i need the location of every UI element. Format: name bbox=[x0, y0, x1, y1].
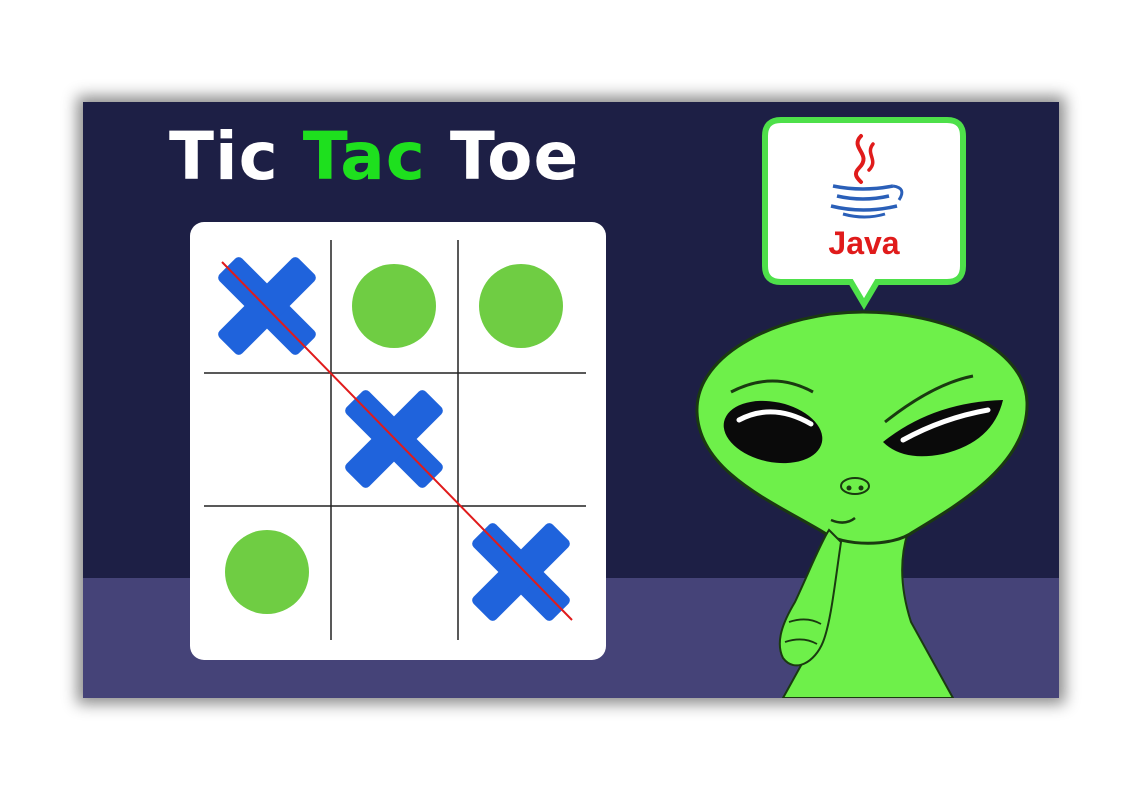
alien-character bbox=[695, 310, 1029, 698]
thumbnail-card: Tic Tac Toe Java bbox=[83, 102, 1059, 698]
